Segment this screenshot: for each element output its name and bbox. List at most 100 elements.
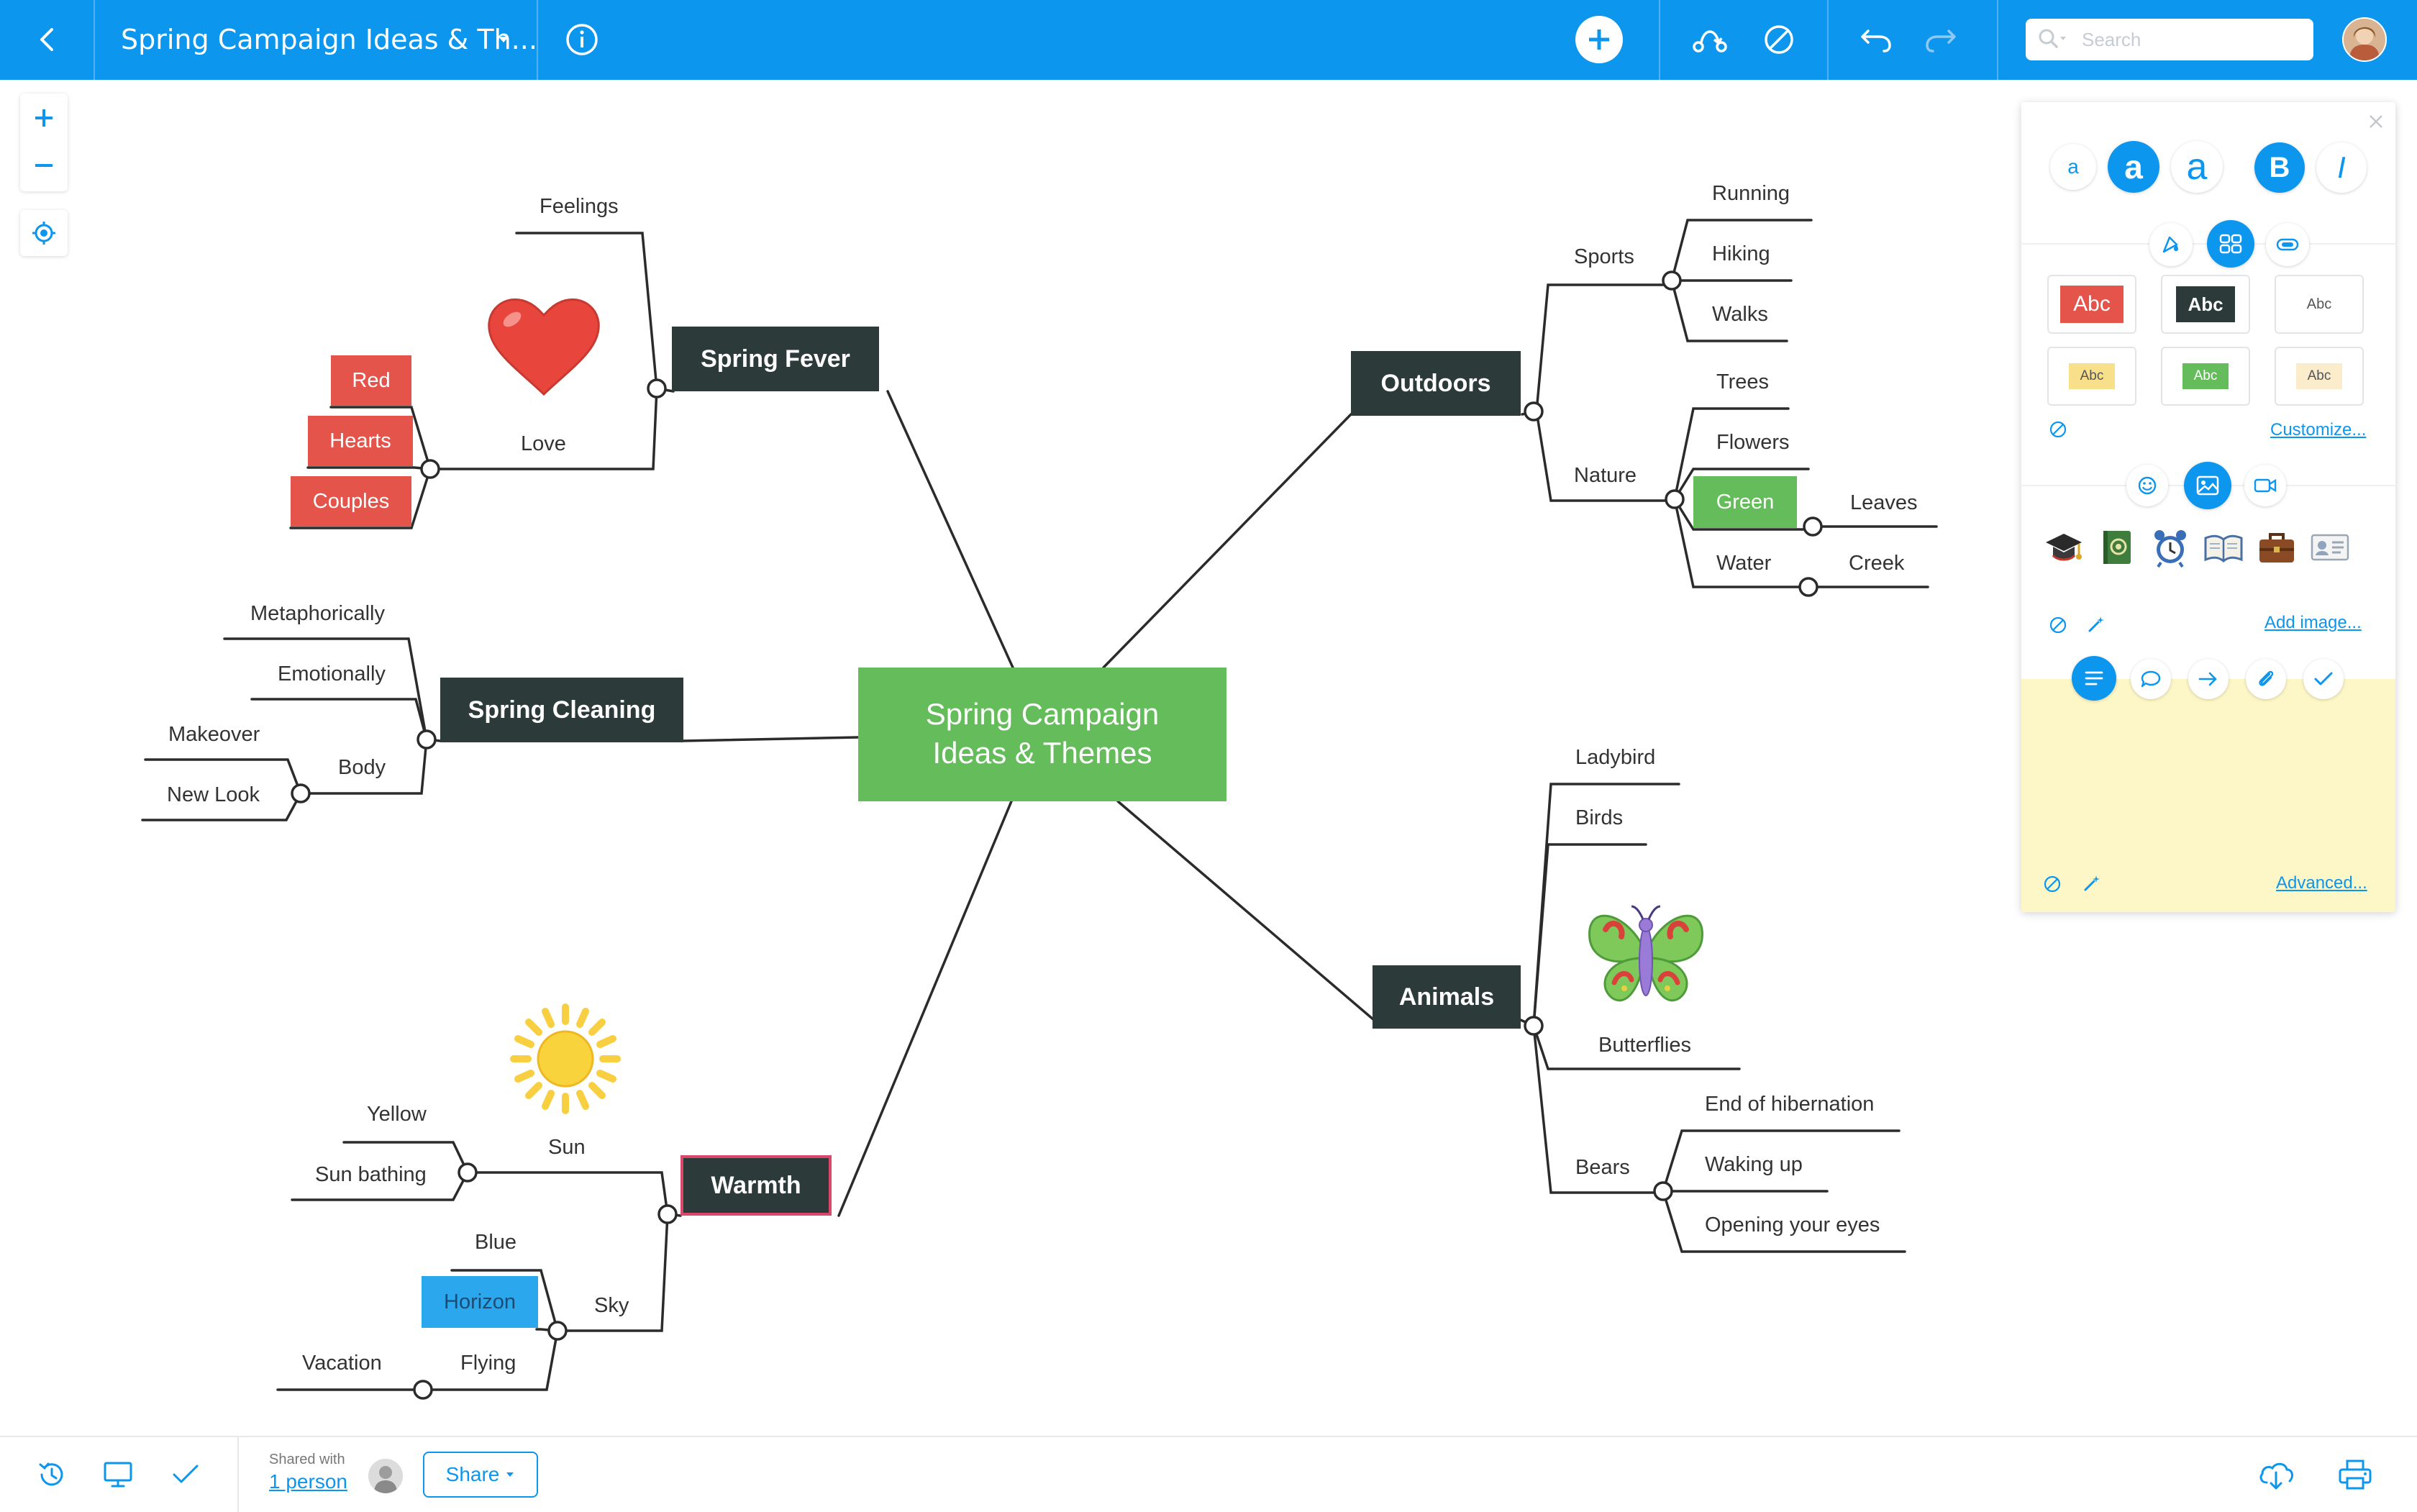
- subtopic-sun-bathing[interactable]: Sun bathing: [315, 1162, 427, 1187]
- collapse-node-handle: [291, 783, 311, 803]
- topic-spring-fever[interactable]: Spring Fever: [672, 327, 879, 391]
- style-preset-label: Abc: [2182, 363, 2229, 389]
- connector-outdoors: [1102, 413, 1352, 669]
- subtopic-opening-your-eyes[interactable]: Opening your eyes: [1705, 1213, 1880, 1237]
- style-preset-yellow[interactable]: Abc: [2047, 347, 2136, 406]
- subtopic-green[interactable]: Green: [1693, 476, 1797, 528]
- tasks-check-icon[interactable]: [164, 1453, 207, 1496]
- subtopic-sky[interactable]: Sky: [594, 1293, 629, 1318]
- link-arrow-icon[interactable]: [2188, 659, 2229, 699]
- subtopic-couples[interactable]: Couples: [291, 476, 411, 527]
- notes-area[interactable]: Advanced...: [2021, 656, 2395, 912]
- customize-link[interactable]: Customize...: [2270, 420, 2366, 440]
- close-icon[interactable]: [2367, 112, 2388, 134]
- central-topic[interactable]: Spring Campaign Ideas & Themes: [858, 668, 1226, 801]
- attachment-icon[interactable]: [2246, 659, 2286, 699]
- zoom-in-icon[interactable]: [20, 95, 68, 141]
- print-icon[interactable]: [2334, 1453, 2377, 1496]
- subtopic-butterflies[interactable]: Butterflies: [1598, 1033, 1691, 1057]
- butterfly-icon: [1588, 905, 1703, 1002]
- subtopic-hearts[interactable]: Hearts: [308, 416, 413, 466]
- subtopic-creek[interactable]: Creek: [1849, 551, 1904, 575]
- notes-icon[interactable]: [2072, 656, 2116, 701]
- subtopic-red[interactable]: Red: [331, 355, 411, 406]
- comment-icon[interactable]: [2131, 659, 2171, 699]
- subtopic-leaves[interactable]: Leaves: [1850, 491, 1918, 515]
- image-icon[interactable]: [2184, 462, 2231, 509]
- advanced-link[interactable]: Advanced...: [2276, 873, 2367, 893]
- zoom-out-icon[interactable]: [20, 142, 68, 188]
- graduation-cap-icon[interactable]: [2043, 527, 2085, 568]
- fill-style-icon[interactable]: [2149, 223, 2193, 266]
- sun-icon: [510, 1003, 621, 1114]
- cloud-download-icon[interactable]: [2254, 1453, 2298, 1496]
- subtopic-flying[interactable]: Flying: [460, 1351, 516, 1375]
- subtopic-birds[interactable]: Birds: [1575, 806, 1623, 830]
- topic-warmth[interactable]: Warmth: [681, 1155, 832, 1216]
- subtopic-makeover[interactable]: Makeover: [168, 722, 260, 747]
- center-map-icon[interactable]: [20, 210, 68, 256]
- subtopic-running[interactable]: Running: [1712, 181, 1790, 206]
- subtopic-emotionally[interactable]: Emotionally: [278, 662, 386, 686]
- topic-outdoors[interactable]: Outdoors: [1351, 351, 1521, 416]
- subtopic-sun[interactable]: Sun: [548, 1135, 586, 1160]
- topic-animals[interactable]: Animals: [1373, 965, 1521, 1029]
- subtopic-trees[interactable]: Trees: [1716, 370, 1769, 394]
- open-book-icon[interactable]: [2203, 527, 2244, 568]
- collapse-node-handle: [547, 1321, 568, 1341]
- subtopic-love[interactable]: Love: [521, 432, 566, 456]
- style-preset-green[interactable]: Abc: [2161, 347, 2250, 406]
- subtopic-ladybird[interactable]: Ladybird: [1575, 745, 1655, 770]
- text-size-large-button[interactable]: a: [2171, 141, 2223, 193]
- emoji-icon[interactable]: [2126, 465, 2168, 506]
- subtopic-blue[interactable]: Blue: [475, 1230, 516, 1254]
- no-style-icon[interactable]: [2049, 420, 2069, 440]
- task-check-icon[interactable]: [2303, 659, 2344, 699]
- address-book-icon[interactable]: [2096, 527, 2138, 568]
- share-button[interactable]: Share: [423, 1452, 538, 1498]
- subtopic-new-look[interactable]: New Look: [167, 783, 260, 807]
- video-icon[interactable]: [2244, 465, 2286, 506]
- subtopic-walks[interactable]: Walks: [1712, 302, 1768, 327]
- topic-style-icon[interactable]: [2207, 220, 2254, 268]
- subtopic-metaphorically[interactable]: Metaphorically: [250, 601, 385, 626]
- subtopic-horizon[interactable]: Horizon: [422, 1276, 538, 1328]
- style-preset-dark[interactable]: Abc: [2161, 275, 2250, 334]
- shared-with-label: Shared with: [269, 1452, 345, 1467]
- shared-people-link[interactable]: 1 person: [269, 1470, 347, 1493]
- magic-wand-icon[interactable]: [2082, 873, 2103, 895]
- subtopic-sports[interactable]: Sports: [1574, 245, 1634, 269]
- share-button-label: Share: [445, 1463, 500, 1485]
- text-size-medium-button[interactable]: a: [2108, 141, 2159, 193]
- style-preset-red[interactable]: Abc: [2047, 275, 2136, 334]
- history-icon[interactable]: [30, 1453, 73, 1496]
- topic-spring-cleaning[interactable]: Spring Cleaning: [440, 678, 683, 742]
- magic-wand-icon[interactable]: [2086, 614, 2108, 636]
- subtopic-yellow[interactable]: Yellow: [367, 1102, 427, 1126]
- briefcase-icon[interactable]: [2256, 527, 2298, 568]
- subtopic-vacation[interactable]: Vacation: [302, 1351, 382, 1375]
- no-image-icon[interactable]: [2049, 616, 2069, 636]
- clear-note-icon[interactable]: [2043, 875, 2063, 895]
- collaborator-avatar[interactable]: [368, 1459, 403, 1493]
- subtopic-bears[interactable]: Bears: [1575, 1155, 1630, 1180]
- text-size-small-button[interactable]: a: [2050, 144, 2096, 190]
- style-preset-plain[interactable]: Abc: [2275, 275, 2364, 334]
- alarm-clock-icon[interactable]: [2149, 527, 2191, 568]
- id-card-icon[interactable]: [2309, 527, 2351, 568]
- subtopic-hiking[interactable]: Hiking: [1712, 242, 1770, 266]
- subtopic-waking-up[interactable]: Waking up: [1705, 1152, 1803, 1177]
- style-preset-label: Abc: [2176, 286, 2235, 322]
- subtopic-end-of-hibernation[interactable]: End of hibernation: [1705, 1092, 1874, 1116]
- bold-button[interactable]: B: [2254, 142, 2305, 193]
- subtopic-water[interactable]: Water: [1716, 551, 1771, 575]
- add-image-link[interactable]: Add image...: [2264, 613, 2362, 633]
- subtopic-body[interactable]: Body: [338, 755, 386, 780]
- subtopic-flowers[interactable]: Flowers: [1716, 430, 1790, 455]
- style-preset-cream[interactable]: Abc: [2275, 347, 2364, 406]
- subtopic-nature[interactable]: Nature: [1574, 463, 1637, 488]
- presentation-icon[interactable]: [96, 1453, 140, 1496]
- italic-button[interactable]: I: [2316, 142, 2367, 193]
- shape-style-icon[interactable]: [2266, 223, 2309, 266]
- subtopic-feelings[interactable]: Feelings: [540, 194, 619, 219]
